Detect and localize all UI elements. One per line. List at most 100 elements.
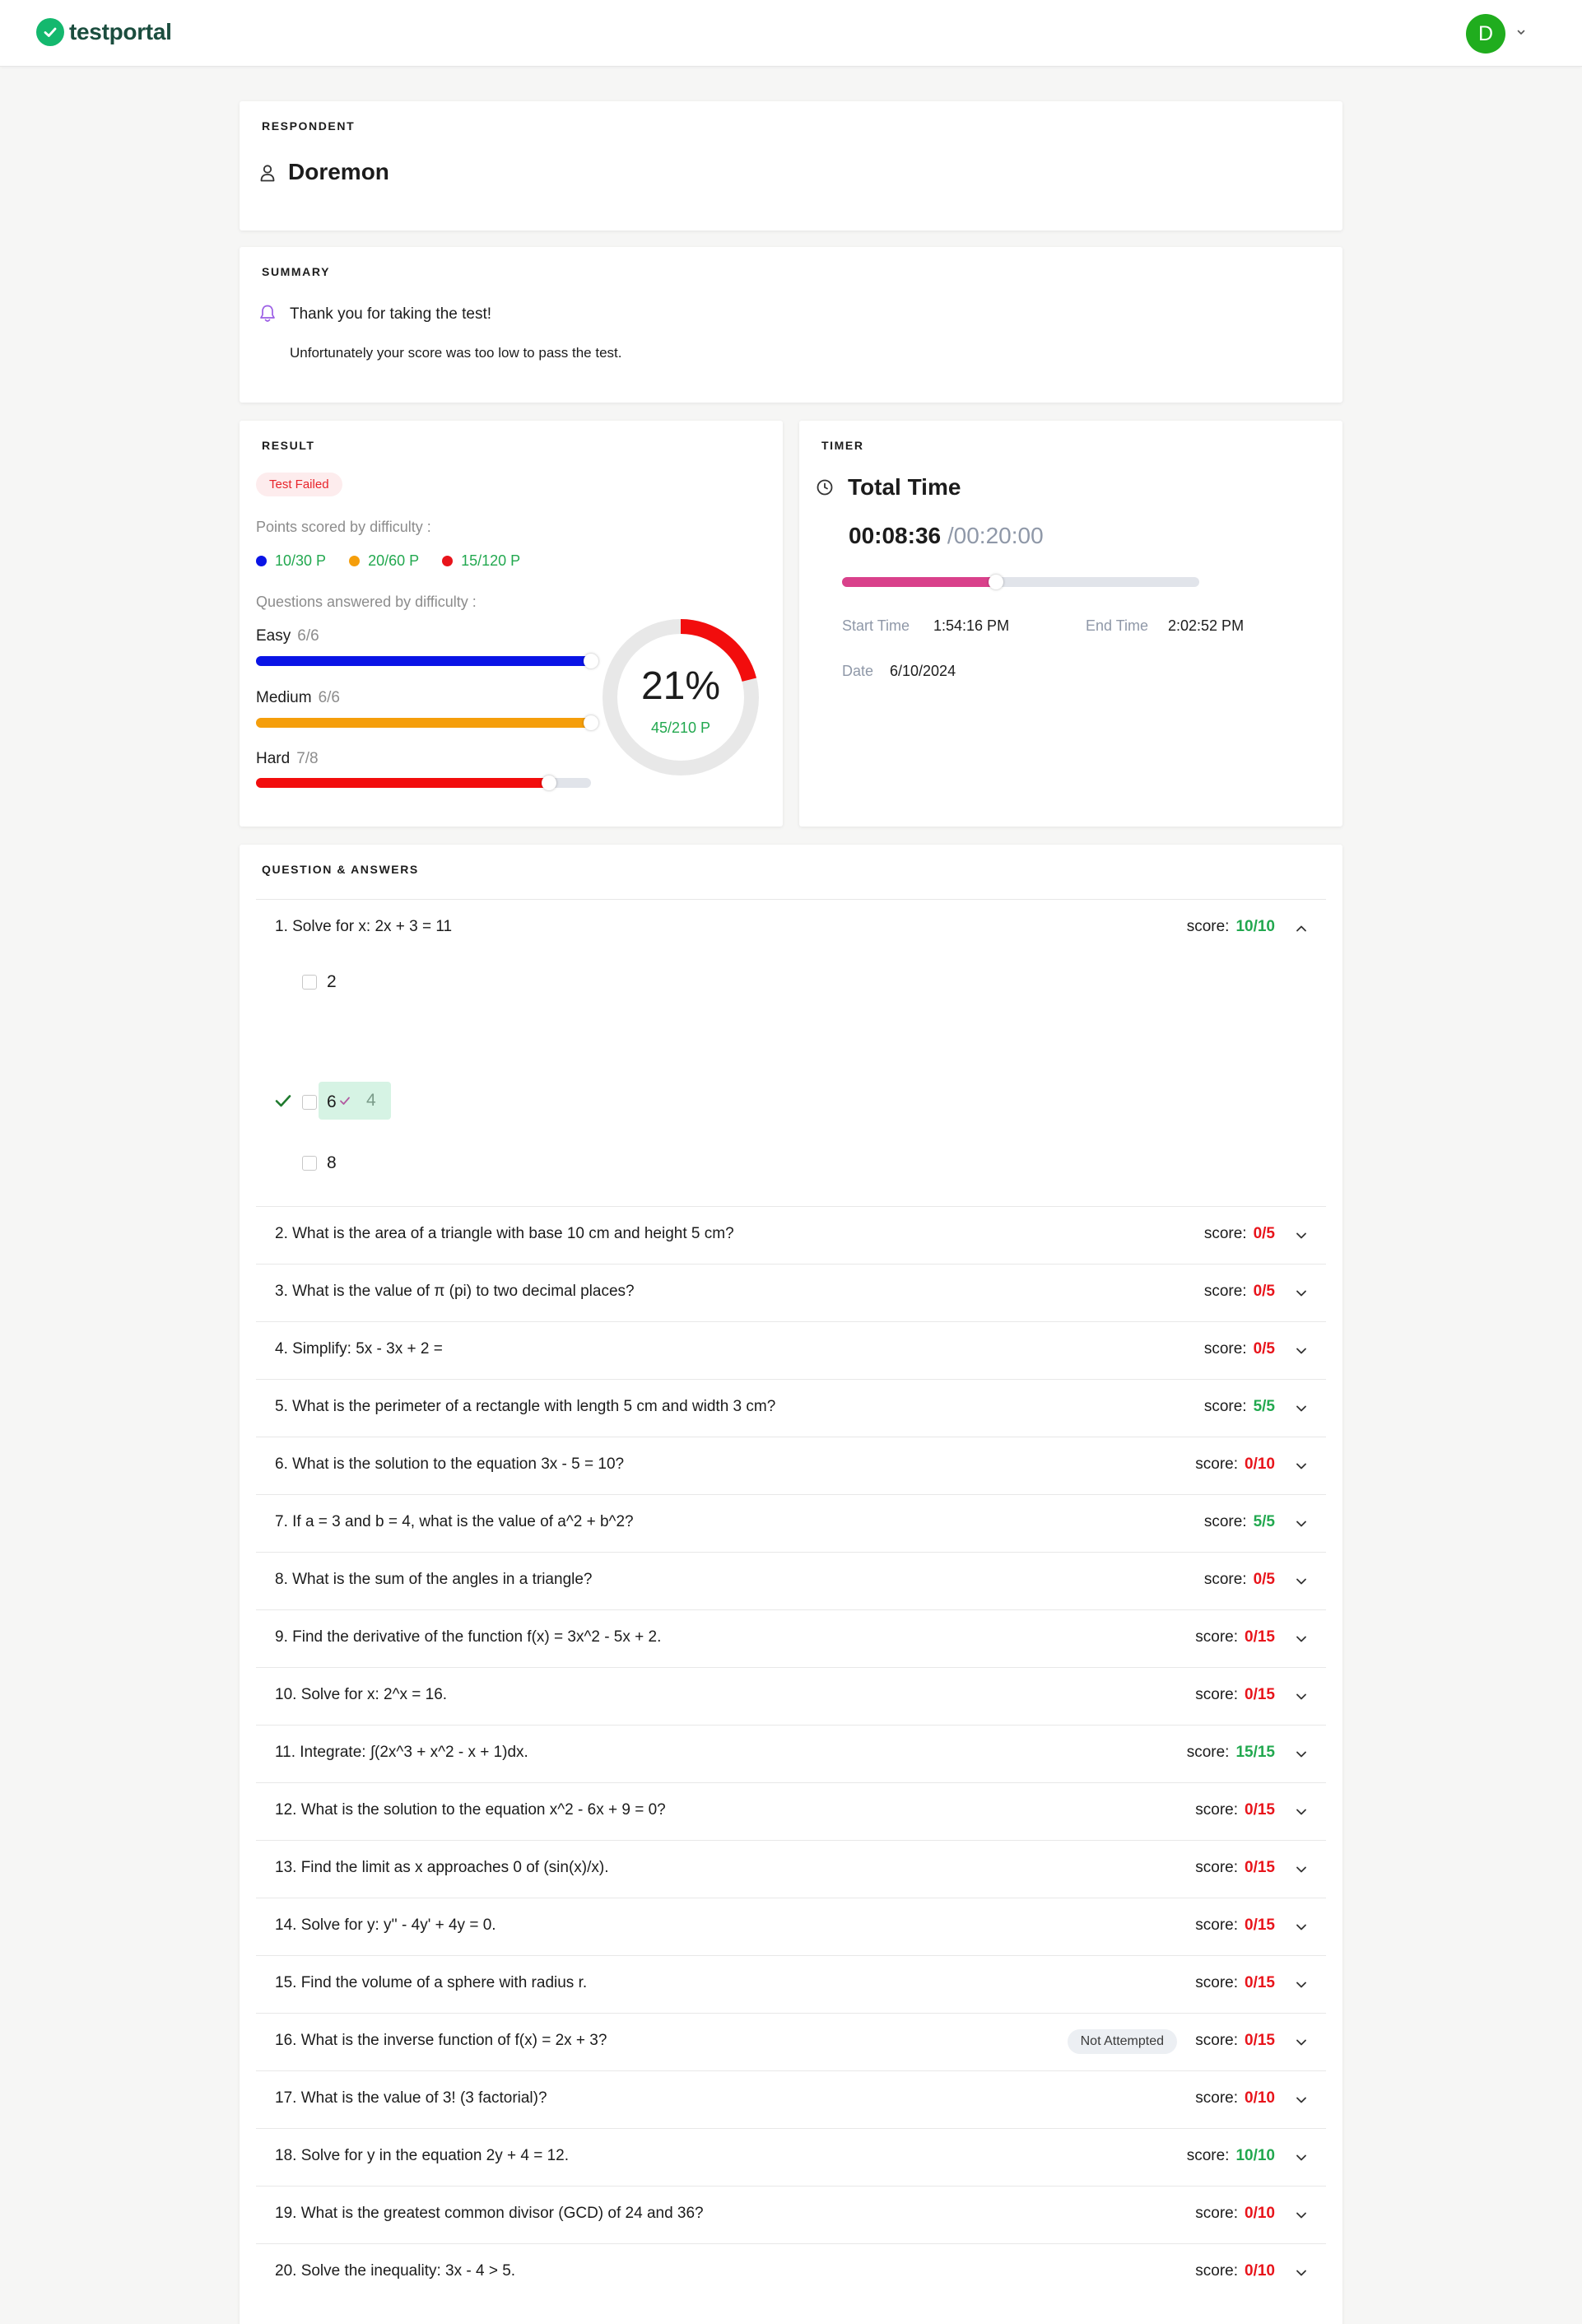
question-row[interactable]: 19. What is the greatest common divisor …: [256, 2186, 1326, 2243]
chevron-down-icon[interactable]: [1295, 1690, 1308, 1703]
chevron-up-icon[interactable]: [1295, 922, 1308, 935]
chevron-down-icon[interactable]: [1295, 2151, 1308, 2164]
question-row[interactable]: 3. What is the value of π (pi) to two de…: [256, 1264, 1326, 1321]
summary-label: SUMMARY: [262, 265, 331, 278]
checkbox[interactable]: [302, 975, 317, 990]
difficulty-hard-knob: [542, 775, 557, 790]
checked-checkbox-icon: [340, 1097, 350, 1105]
question-score: score: 10/10: [1187, 918, 1275, 936]
answer-option-label: 8: [327, 1153, 337, 1172]
question-row[interactable]: 12. What is the solution to the equation…: [256, 1782, 1326, 1840]
question-score: score: 5/5: [1204, 1398, 1275, 1416]
chevron-down-icon[interactable]: [1516, 27, 1526, 37]
score-value: 0/10: [1245, 2262, 1275, 2280]
logo-text: testportal: [69, 19, 172, 44]
questions-by-difficulty-label: Questions answered by difficulty :: [256, 594, 477, 610]
checkbox[interactable]: [302, 1095, 317, 1110]
question-row[interactable]: 11. Integrate: ∫(2x^3 + x^2 - x + 1)dx. s…: [256, 1725, 1326, 1782]
chevron-down-icon[interactable]: [1295, 2266, 1308, 2280]
question-row[interactable]: 9. Find the derivative of the function f…: [256, 1609, 1326, 1667]
top-bar: testportal D: [0, 0, 1582, 67]
difficulty-easy-label: Easy 6/6: [256, 627, 319, 645]
question-row[interactable]: 18. Solve for y in the equation 2y + 4 =…: [256, 2128, 1326, 2186]
points-easy-value: 10/30 P: [275, 552, 327, 569]
score-value: 5/5: [1253, 1398, 1275, 1415]
question-row[interactable]: 6. What is the solution to the equation …: [256, 1437, 1326, 1494]
question-text: 8. What is the sum of the angles in a tr…: [275, 1571, 593, 1588]
chevron-down-icon[interactable]: [1295, 1921, 1308, 1934]
chevron-down-icon[interactable]: [1295, 2036, 1308, 2049]
difficulty-medium-label: Medium 6/6: [256, 689, 340, 707]
result-label: RESULT: [262, 439, 315, 452]
question-score: score: 5/5: [1204, 1513, 1275, 1531]
question-text: 12. What is the solution to the equation…: [275, 1801, 666, 1819]
question-row[interactable]: 5. What is the perimeter of a rectangle …: [256, 1379, 1326, 1437]
score-value: 0/5: [1253, 1571, 1275, 1588]
points-hard: 15/120 P: [442, 552, 520, 570]
question-row[interactable]: 4. Simplify: 5x - 3x + 2 = score: 0/5: [256, 1321, 1326, 1379]
question-row[interactable]: 7. If a = 3 and b = 4, what is the value…: [256, 1494, 1326, 1552]
chevron-down-icon[interactable]: [1295, 1517, 1308, 1530]
chevron-down-icon[interactable]: [1295, 1863, 1308, 1876]
score-value: 10/10: [1235, 918, 1275, 935]
legend-dot-medium: [349, 556, 361, 566]
answer-option-label: 6: [327, 1092, 337, 1111]
checkbox[interactable]: [302, 1156, 317, 1171]
question-text: 1. Solve for x: 2x + 3 = 11: [275, 918, 453, 935]
score-value: 0/15: [1245, 1801, 1275, 1819]
question-row[interactable]: 1. Solve for x: 2x + 3 = 11 score: 10/10 2 4…: [256, 899, 1326, 1206]
score-value: 5/5: [1253, 1513, 1275, 1530]
chevron-down-icon[interactable]: [1295, 2209, 1308, 2222]
question-row[interactable]: 13. Find the limit as x approaches 0 of …: [256, 1840, 1326, 1898]
score-label: score:: [1203, 1340, 1247, 1358]
respondent-name: Doremon: [288, 159, 389, 184]
question-row[interactable]: 16. What is the inverse function of f(x)…: [256, 2013, 1326, 2070]
chevron-down-icon[interactable]: [1295, 1748, 1308, 1761]
chevron-down-icon[interactable]: [1295, 1460, 1308, 1473]
question-row[interactable]: 8. What is the sum of the angles in a tr…: [256, 1552, 1326, 1609]
question-row[interactable]: 10. Solve for x: 2^x = 16. score: 0/15: [256, 1667, 1326, 1725]
question-text: 19. What is the greatest common divisor …: [275, 2205, 704, 2222]
score-value: 0/10: [1245, 2089, 1275, 2107]
question-score: score: 0/10: [1195, 2262, 1275, 2280]
chevron-down-icon[interactable]: [1295, 1632, 1308, 1646]
question-text: 9. Find the derivative of the function f…: [275, 1628, 662, 1646]
question-row[interactable]: 14. Solve for y: y'' - 4y' + 4y = 0. scor…: [256, 1898, 1326, 1955]
avatar[interactable]: D: [1466, 14, 1505, 54]
question-row[interactable]: 2. What is the area of a triangle with b…: [256, 1206, 1326, 1264]
bell-icon: [260, 305, 275, 322]
chevron-down-icon[interactable]: [1295, 1575, 1308, 1588]
answer-option[interactable]: 2: [302, 972, 337, 992]
difficulty-medium-count: 6/6: [318, 689, 340, 706]
score-label: score:: [1203, 1513, 1247, 1530]
question-text: 7. If a = 3 and b = 4, what is the value…: [275, 1513, 634, 1530]
end-time-value: 2:02:52 PM: [1168, 617, 1245, 634]
legend-dot-easy: [256, 556, 267, 566]
question-row[interactable]: 17. What is the value of 3! (3 factorial…: [256, 2070, 1326, 2128]
questions-answers-card: QUESTION & ANSWERS 1. Solve for x: 2x + …: [240, 845, 1342, 2324]
question-text: 17. What is the value of 3! (3 factorial…: [275, 2089, 547, 2107]
chevron-down-icon[interactable]: [1295, 1402, 1308, 1415]
score-label: score:: [1203, 1398, 1247, 1415]
chevron-down-icon[interactable]: [1295, 1287, 1308, 1300]
question-text: 16. What is the inverse function of f(x)…: [275, 2032, 607, 2049]
score-percent: 21%: [640, 664, 721, 708]
user-icon: [260, 165, 275, 182]
question-row[interactable]: 15. Find the volume of a sphere with rad…: [256, 1955, 1326, 2013]
score-label: score:: [1195, 2032, 1239, 2049]
chevron-down-icon[interactable]: [1295, 1805, 1308, 1819]
score-value: 0/10: [1245, 1455, 1275, 1473]
answer-option[interactable]: 6: [302, 1092, 337, 1112]
question-score: score: 15/15: [1187, 1744, 1275, 1762]
chevron-down-icon[interactable]: [1295, 1978, 1308, 1991]
question-text: 15. Find the volume of a sphere with rad…: [275, 1974, 588, 1991]
question-row[interactable]: 20. Solve the inequality: 3x - 4 > 5. sco…: [256, 2243, 1326, 2301]
difficulty-hard-fill: [256, 778, 550, 788]
chevron-down-icon[interactable]: [1295, 1344, 1308, 1358]
start-time-value: 1:54:16 PM: [933, 617, 1010, 634]
answer-option[interactable]: 8: [302, 1153, 337, 1173]
chevron-down-icon[interactable]: [1295, 1229, 1308, 1242]
score-value: 15/15: [1235, 1744, 1275, 1761]
chevron-down-icon[interactable]: [1295, 2093, 1308, 2107]
logo[interactable]: testportal: [36, 18, 172, 46]
